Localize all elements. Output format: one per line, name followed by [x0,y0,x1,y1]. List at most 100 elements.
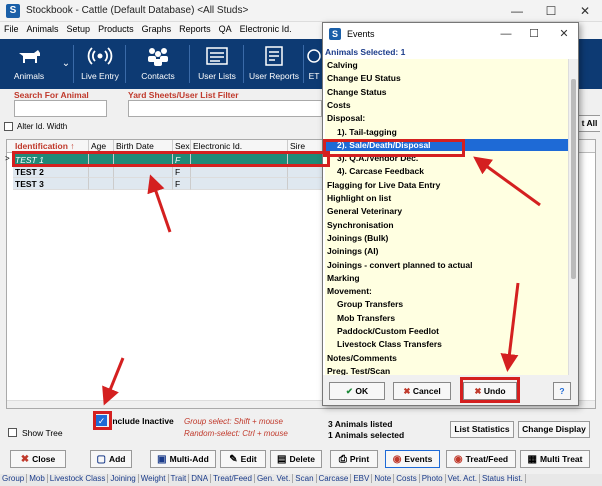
app-icon: S [329,28,341,40]
cell-age [89,166,114,178]
cancel-button[interactable]: ✖ Cancel [393,382,451,400]
dialog-maximize-button[interactable]: ☐ [521,23,547,45]
toolbar-animals-button[interactable]: Animals [0,39,58,89]
menu-products[interactable]: Products [94,22,138,36]
menu-electronic-id[interactable]: Electronic Id. [236,22,296,36]
tab-scan[interactable]: Scan [293,474,317,483]
events-button[interactable]: ◉ Events [385,450,440,468]
annotation-checkbox-highlight [93,411,112,430]
check-icon: ✔ [345,386,353,396]
toolbar-contacts-button[interactable]: Contacts [126,39,190,89]
edit-button[interactable]: ✎ Edit [220,450,266,468]
alter-id-width-checkbox[interactable] [4,122,13,131]
event-list-item[interactable]: Highlight on list [325,192,568,204]
select-all-button[interactable]: t All [578,115,600,132]
yard-sheets-select[interactable] [128,100,322,117]
random-select-hint: Random-select: Ctrl + mouse [184,429,288,438]
close-window-button[interactable]: ✕ [568,0,602,22]
show-tree-checkbox[interactable] [8,428,17,437]
tab-livestock-class[interactable]: Livestock Class [47,474,109,483]
title-bar: S Stockbook - Cattle (Default Database) … [0,0,602,22]
tab-trait[interactable]: Trait [168,474,190,483]
multi-treat-button[interactable]: ▦ Multi Treat [520,450,590,468]
event-list-item[interactable]: Synchronisation [325,219,568,231]
animals-listed-count: 3 Animals listed [328,419,393,429]
toolbar-live-entry-button[interactable]: Live Entry [74,39,126,89]
event-list-item[interactable]: Notes/Comments [325,352,568,364]
tab-joining[interactable]: Joining [108,474,139,483]
menu-animals[interactable]: Animals [23,22,63,36]
event-list-item[interactable]: Movement: [325,285,568,297]
event-list-item[interactable]: Group Transfers [325,298,568,310]
event-list-item[interactable]: Joinings (Bulk) [325,232,568,244]
list-icon [204,45,230,67]
menu-file[interactable]: File [0,22,23,36]
event-list-item[interactable]: 1). Tail-tagging [325,126,568,138]
minimize-button[interactable]: — [500,0,534,22]
menu-setup[interactable]: Setup [63,22,95,36]
change-display-button[interactable]: Change Display [518,421,590,438]
menu-graphs[interactable]: Graphs [138,22,176,36]
tab-vet-act[interactable]: Vet. Act. [445,474,480,483]
events-dialog: S Events — ☐ ✕ Animals Selected: 1 Calvi… [322,22,579,406]
tab-dna[interactable]: DNA [189,474,212,483]
event-list-item[interactable]: General Veterinary [325,205,568,217]
cell-id: TEST 3 [13,178,89,190]
event-list-item[interactable]: Disposal: [325,112,568,124]
event-list-item[interactable]: Joinings - convert planned to actual [325,259,568,271]
tab-status-hist[interactable]: Status Hist. [479,474,526,483]
event-list-item[interactable]: Change EU Status [325,72,568,84]
search-animal-input[interactable] [14,100,107,117]
add-button[interactable]: ▢ Add [90,450,132,468]
toolbar-animals-dropdown[interactable]: ⌄ [58,39,74,89]
toolbar-user-lists-button[interactable]: User Lists [190,39,244,89]
event-list-scrollbar[interactable] [568,59,578,395]
event-list-item[interactable]: Calving [325,59,568,71]
ok-button[interactable]: ✔ OK [329,382,385,400]
cell-eid [191,178,288,190]
tab-group[interactable]: Group [0,474,28,483]
scrollbar-thumb[interactable] [571,79,576,279]
toolbar-user-reports-button[interactable]: User Reports [244,39,304,89]
list-statistics-button[interactable]: List Statistics [450,421,514,438]
tab-weight[interactable]: Weight [138,474,169,483]
menu-reports[interactable]: Reports [175,22,215,36]
dialog-minimize-button[interactable]: — [493,23,519,45]
alter-id-width-label: Alter Id. Width [17,122,68,131]
treat-icon: ◉ [453,454,463,465]
multi-add-button[interactable]: ▣ Multi-Add [150,450,216,468]
close-x-icon: ✖ [20,454,30,465]
close-button[interactable]: ✖ Close [10,450,66,468]
tab-ebv[interactable]: EBV [351,474,373,483]
tab-treat-feed[interactable]: Treat/Feed [211,474,255,483]
help-button[interactable]: ? [553,382,571,400]
tab-note[interactable]: Note [372,474,395,483]
event-list-item[interactable]: Change Status [325,86,568,98]
toolbar-et-button[interactable]: ET [304,39,324,89]
event-list-item[interactable]: Mob Transfers [325,312,568,324]
print-button[interactable]: ⎙ Print [330,450,378,468]
menu-qa[interactable]: QA [215,22,236,36]
event-list-item[interactable]: Costs [325,99,568,111]
event-list-item[interactable]: Marking [325,272,568,284]
tab-gen-vet[interactable]: Gen. Vet. [254,474,294,483]
tab-mob[interactable]: Mob [27,474,48,483]
event-list-item[interactable]: Flagging for Live Data Entry [325,179,568,191]
event-list-item[interactable]: Joinings (AI) [325,245,568,257]
event-list-item[interactable]: 4). Carcase Feedback [325,165,568,177]
event-list[interactable]: Calving Change EU Status Change Status Cost… [325,59,568,395]
event-list-item[interactable]: Livestock Class Transfers [325,338,568,350]
app-icon: S [6,4,20,18]
animals-selected-header: Animals Selected: 1 [325,47,576,58]
delete-button[interactable]: ▤ Delete [270,450,322,468]
tab-carcase[interactable]: Carcase [316,474,352,483]
cancel-x-icon: ✖ [403,386,411,396]
tab-photo[interactable]: Photo [419,474,446,483]
chevron-down-icon: ⌄ [61,58,71,69]
treat-feed-button[interactable]: ◉ Treat/Feed [446,450,516,468]
dialog-close-button[interactable]: ✕ [551,23,577,45]
tab-costs[interactable]: Costs [394,474,420,483]
detail-tab-strip: Group Mob Livestock Class Joining Weight Trai… [0,474,602,486]
event-list-item[interactable]: Paddock/Custom Feedlot [325,325,568,337]
maximize-button[interactable]: ☐ [534,0,568,22]
